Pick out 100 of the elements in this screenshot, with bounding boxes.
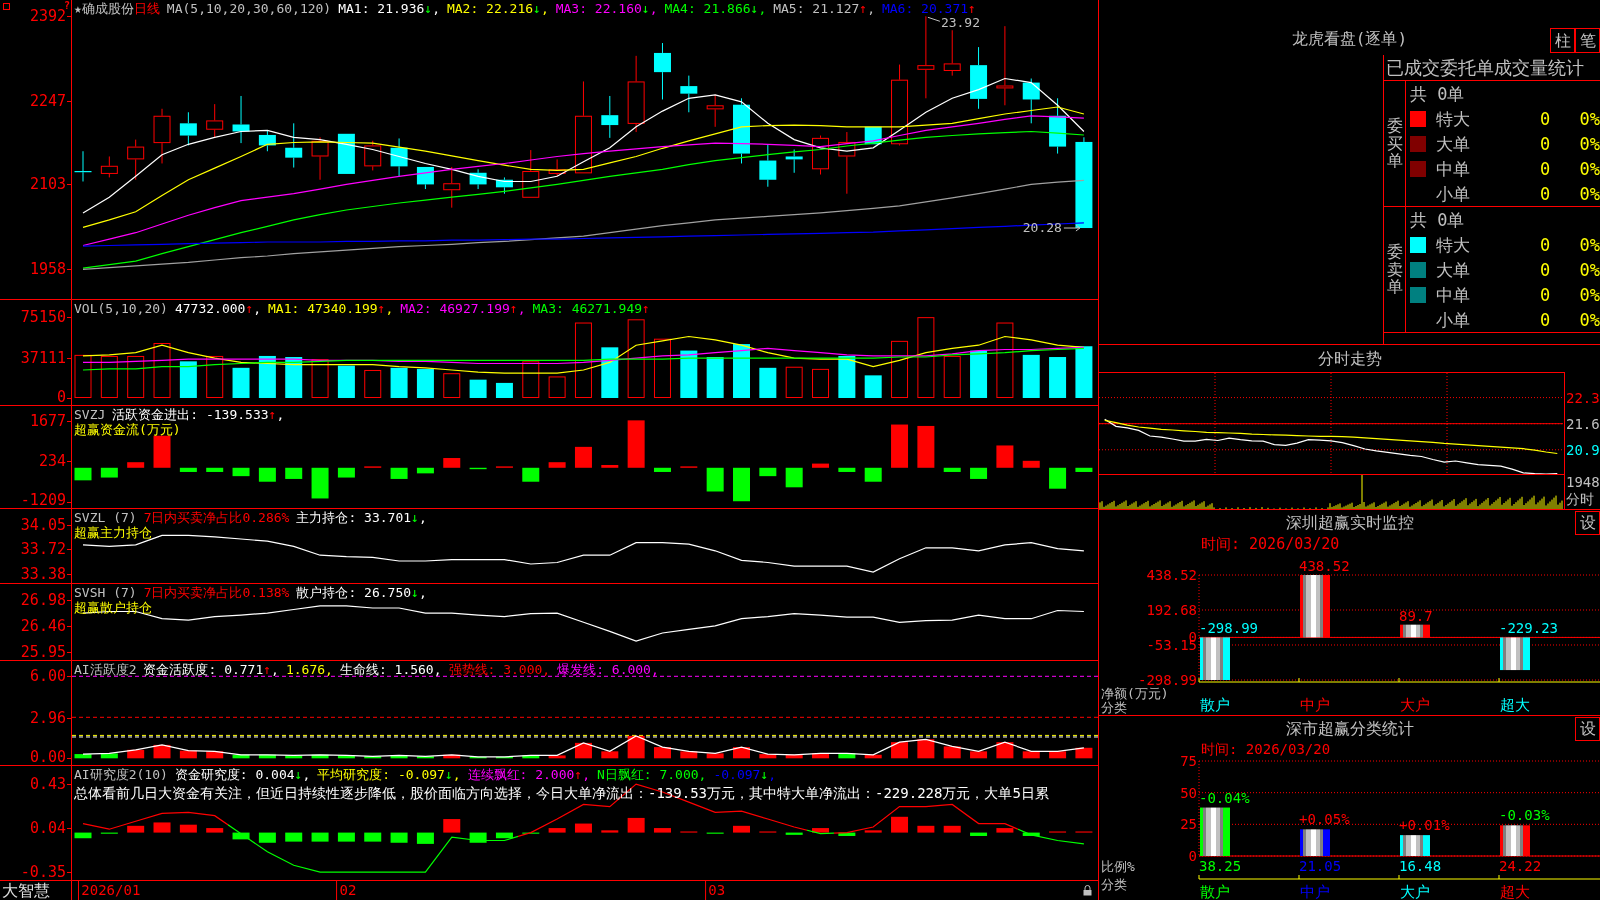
axis-label: 2103 (29, 177, 66, 192)
indicator-value: 散户持仓: 26.750↓, (296, 585, 427, 600)
axis-label: 234 (38, 454, 66, 469)
value-label: 89.7 (1399, 607, 1433, 624)
order-count: 0 (1538, 183, 1552, 204)
category-label: 大户 (1400, 696, 1430, 714)
indicator-value: MA5: 21.127↑, (773, 1, 875, 16)
indicator-value: 活跃资金进出: -139.533↑, (112, 407, 285, 422)
axis-label: 26.98 (20, 592, 66, 607)
indicator-value: 47732.000↑, (174, 301, 262, 316)
axis-label: -0.35 (20, 865, 66, 879)
indicator-value: MA2: 46927.199↑, (400, 301, 526, 316)
indicator-value: MA4: 21.866↓, (664, 1, 767, 16)
indicator-title: ★确成股份 (74, 1, 134, 16)
axis-label: 1677 (29, 414, 66, 428)
order-size-label: 小单 (1436, 309, 1471, 330)
axis-label: 2392 (29, 9, 66, 24)
order-count: 0 (1538, 133, 1552, 154)
category-label: 散户 (1200, 696, 1230, 714)
date-label: 2026/01 (78, 881, 141, 900)
change-label: +0.05% (1299, 811, 1350, 828)
order-size-label: 特大 (1436, 108, 1471, 129)
indicator-value: 资金研究度: 0.004↓, (174, 767, 311, 782)
period-label: 日线 (133, 1, 160, 16)
indicator-value: 连续飘红: 2.000↑, (467, 767, 590, 782)
group-label: 委买单 (1386, 117, 1403, 170)
order-share: 0% (1578, 234, 1600, 255)
order-size-label: 中单 (1436, 284, 1471, 305)
date-label: 03 (705, 881, 726, 900)
axis-label: 192.68 (1146, 602, 1197, 618)
indicator-title: VOL(5,10,20) (74, 301, 168, 316)
category-label: 超大 (1500, 696, 1530, 714)
change-label: +0.01% (1399, 817, 1450, 834)
indicator-value: 资金活跃度: 0.771↑, (143, 662, 279, 677)
indicator-value: 强势线: 3.000, (448, 662, 551, 677)
axis-label: 21.6 (1566, 415, 1600, 432)
axis-label: 2247 (29, 93, 66, 108)
value-label: 38.25 (1199, 858, 1242, 874)
axis-label: 0.04 (29, 821, 66, 836)
order-share: 0% (1578, 309, 1600, 330)
indicator-subtitle: 超赢资金流(万元) (74, 422, 181, 437)
value-label: 21.05 (1299, 858, 1342, 874)
axis-label: 75150 (20, 309, 66, 324)
indicator-value: MA1: 47340.199↑, (268, 301, 394, 316)
axis-title: 比例% (1101, 859, 1135, 874)
indicator-value: N日飘红: 7.000, (597, 767, 707, 782)
brand-label: 大智慧 (2, 881, 50, 900)
axis-title: 净额(万元) (1101, 686, 1169, 701)
indicator-title: SVSH (7) (74, 585, 137, 600)
order-share: 0% (1578, 158, 1600, 179)
order-share: 0% (1578, 183, 1600, 204)
axis-label: 0.00 (29, 750, 66, 764)
indicator-value: MA3: 46271.949↑ (532, 301, 650, 316)
change-label: -0.03% (1499, 807, 1550, 824)
indicator-value: 生命线: 1.560, (339, 662, 442, 677)
axis-label: 分时 (1566, 491, 1594, 508)
indicator-subtitle: 超赢主力持仓 (74, 525, 152, 540)
order-size-label: 大单 (1436, 259, 1471, 280)
axis-label: 33.72 (20, 542, 66, 557)
axis-label: 0 (1188, 848, 1197, 864)
axis-label: 0 (56, 390, 66, 404)
axis-label: 33.38 (20, 567, 66, 582)
category-label: 散户 (1200, 883, 1230, 900)
indicator-value: MA6: 20.371↑ (881, 1, 976, 16)
value-label: 438.52 (1299, 558, 1350, 574)
indicator-value: 7日内买卖净占比0.286% (143, 510, 290, 525)
axis-label: 25 (1180, 816, 1197, 833)
category-label: 大户 (1400, 883, 1430, 900)
annotation: 23.92 (940, 15, 981, 31)
panel-title: 龙虎看盘(逐单) (1291, 29, 1408, 49)
order-share: 0% (1578, 108, 1600, 129)
axis-label: 34.05 (20, 518, 66, 533)
order-size-label: 中单 (1436, 158, 1471, 179)
axis-label: 0.43 (29, 777, 66, 792)
axis-label: 50 (1180, 784, 1197, 801)
indicator-value: 平均研究度: -0.097↓, (317, 767, 461, 782)
panel-title: 深市超赢分类统计 (1285, 718, 1414, 739)
order-count: 0 (1538, 158, 1552, 179)
category-label: 中户 (1300, 696, 1330, 714)
change-label: -0.04% (1199, 789, 1250, 806)
indicator-value: MA2: 22.216↓, (446, 1, 549, 16)
order-count: 0 (1538, 309, 1552, 330)
order-count: 0 (1538, 284, 1552, 305)
indicator-value: -0.097↓, (713, 767, 777, 782)
panel-title: 深圳超赢实时监控 (1285, 512, 1414, 533)
axis-label: 1948 (1566, 474, 1600, 491)
date-label: 02 (336, 881, 357, 900)
axis-label: 37111 (20, 351, 66, 365)
order-count: 0 (1538, 259, 1552, 280)
axis-label: 6.00 (29, 669, 66, 684)
chart-timestamp: 时间: 2026/03/20 (1201, 741, 1331, 757)
indicator-title: SVZL (7) (74, 510, 137, 525)
axis-label: -1209 (20, 493, 66, 507)
category-label: 超大 (1500, 883, 1530, 900)
axis-label: 75 (1180, 753, 1197, 769)
indicator-value: 主力持仓: 33.701↓, (296, 510, 427, 525)
panel-title: 分时走势 (1317, 348, 1382, 369)
order-size-label: 小单 (1436, 183, 1471, 204)
axis-label: 22.3 (1566, 389, 1600, 406)
chart-timestamp: 时间: 2026/03/20 (1201, 535, 1340, 553)
